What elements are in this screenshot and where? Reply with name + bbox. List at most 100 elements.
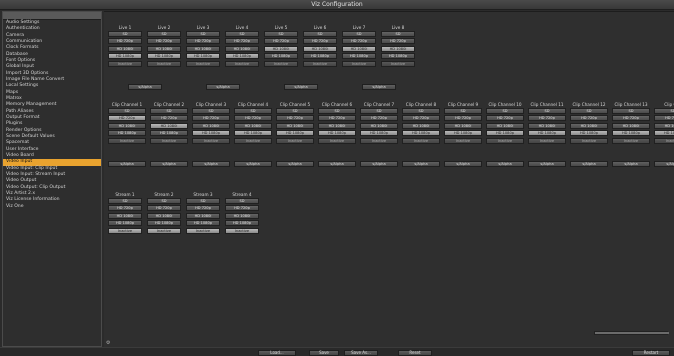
clip-mode-button-inactive[interactable]: Inactive — [528, 137, 566, 144]
clip-mode-button-hd-1080i[interactable]: HD 1080i — [318, 122, 356, 129]
live-mode-button-hd-1080i[interactable]: HD 1080i — [264, 45, 298, 52]
scrollbar-thumb[interactable] — [595, 332, 669, 334]
live-mode-button-sd[interactable]: SD — [108, 31, 142, 37]
clip-mode-button-hd-1080i[interactable]: HD 1080i — [402, 122, 440, 129]
clip-mode-button-hd-1080i[interactable]: HD 1080i — [612, 122, 650, 129]
stream-mode-button-inactive[interactable]: Inactive — [108, 227, 142, 234]
live-mode-button-hd-1080p[interactable]: HD 1080p — [186, 53, 220, 60]
stream-mode-button-hd-1080p[interactable]: HD 1080p — [147, 220, 181, 227]
save-button[interactable]: Save — [309, 349, 339, 356]
live-alpha-button[interactable]: s/Alpha — [362, 84, 396, 90]
stream-mode-button-inactive[interactable]: Inactive — [147, 227, 181, 234]
clip-mode-button-hd-720p[interactable]: HD 720p — [234, 115, 272, 122]
clip-mode-button-hd-720p[interactable]: HD 720p — [444, 115, 482, 122]
clip-mode-button-sd[interactable]: SD — [654, 108, 674, 114]
live-mode-button-hd-1080i[interactable]: HD 1080i — [147, 45, 181, 52]
clip-alpha-button[interactable]: s/Alpha — [234, 161, 272, 167]
live-mode-button-hd-1080p[interactable]: HD 1080p — [303, 53, 337, 60]
clip-mode-button-hd-720p[interactable]: HD 720p — [360, 115, 398, 122]
live-mode-button-sd[interactable]: SD — [303, 31, 337, 37]
stream-mode-button-hd-720p[interactable]: HD 720p — [108, 205, 142, 212]
clip-mode-button-hd-720p[interactable]: HD 720p — [318, 115, 356, 122]
sidebar-item-viz-one[interactable]: Viz One — [3, 204, 101, 210]
clip-mode-button-inactive[interactable]: Inactive — [402, 137, 440, 144]
stream-mode-button-hd-1080p[interactable]: HD 1080p — [186, 220, 220, 227]
live-mode-button-sd[interactable]: SD — [264, 31, 298, 37]
clip-mode-button-hd-1080p[interactable]: HD 1080p — [528, 130, 566, 137]
clip-mode-button-hd-720p[interactable]: HD 720p — [192, 115, 230, 122]
clip-mode-button-sd[interactable]: SD — [108, 108, 146, 114]
clip-mode-button-sd[interactable]: SD — [234, 108, 272, 114]
restart-button[interactable]: Restart — [632, 349, 670, 356]
live-mode-button-inactive[interactable]: Inactive — [381, 60, 415, 67]
stream-mode-button-sd[interactable]: SD — [225, 198, 259, 204]
clip-mode-button-inactive[interactable]: Inactive — [234, 137, 272, 144]
stream-mode-button-hd-1080i[interactable]: HD 1080i — [147, 212, 181, 219]
clip-alpha-button[interactable]: s/Alpha — [444, 161, 482, 167]
live-mode-button-inactive[interactable]: Inactive — [303, 60, 337, 67]
clip-mode-button-sd[interactable]: SD — [486, 108, 524, 114]
settings-icon[interactable]: ⚙ — [106, 340, 111, 346]
clip-alpha-button[interactable]: s/Alpha — [402, 161, 440, 167]
load-button[interactable]: Load... — [258, 349, 296, 356]
clip-alpha-button[interactable]: s/Alpha — [612, 161, 650, 167]
live-mode-button-hd-1080i[interactable]: HD 1080i — [381, 45, 415, 52]
clip-mode-button-inactive[interactable]: Inactive — [486, 137, 524, 144]
clip-mode-button-inactive[interactable]: Inactive — [654, 137, 674, 144]
live-mode-button-inactive[interactable]: Inactive — [342, 60, 376, 67]
stream-mode-button-inactive[interactable]: Inactive — [186, 227, 220, 234]
clip-mode-button-sd[interactable]: SD — [318, 108, 356, 114]
live-mode-button-inactive[interactable]: Inactive — [147, 60, 181, 67]
live-mode-button-inactive[interactable]: Inactive — [186, 60, 220, 67]
clip-mode-button-sd[interactable]: SD — [528, 108, 566, 114]
clip-mode-button-inactive[interactable]: Inactive — [318, 137, 356, 144]
clip-mode-button-hd-720p[interactable]: HD 720p — [276, 115, 314, 122]
clip-mode-button-hd-720p[interactable]: HD 720p — [612, 115, 650, 122]
live-mode-button-hd-1080i[interactable]: HD 1080i — [186, 45, 220, 52]
clip-mode-button-sd[interactable]: SD — [360, 108, 398, 114]
clip-mode-button-inactive[interactable]: Inactive — [612, 137, 650, 144]
clip-alpha-button[interactable]: s/Alpha — [150, 161, 188, 167]
stream-mode-button-hd-1080p[interactable]: HD 1080p — [225, 220, 259, 227]
clip-mode-button-sd[interactable]: SD — [444, 108, 482, 114]
stream-mode-button-hd-1080i[interactable]: HD 1080i — [108, 212, 142, 219]
clip-mode-button-hd-1080i[interactable]: HD 1080i — [108, 122, 146, 129]
live-mode-button-hd-720p[interactable]: HD 720p — [186, 38, 220, 45]
live-mode-button-sd[interactable]: SD — [381, 31, 415, 37]
live-mode-button-hd-1080p[interactable]: HD 1080p — [225, 53, 259, 60]
clip-mode-button-hd-1080p[interactable]: HD 1080p — [192, 130, 230, 137]
clip-mode-button-inactive[interactable]: Inactive — [360, 137, 398, 144]
clip-mode-button-inactive[interactable]: Inactive — [276, 137, 314, 144]
clip-mode-button-sd[interactable]: SD — [570, 108, 608, 114]
horizontal-scrollbar[interactable] — [594, 331, 669, 335]
live-alpha-button[interactable]: s/Alpha — [128, 84, 162, 90]
clip-mode-button-inactive[interactable]: Inactive — [192, 137, 230, 144]
stream-mode-button-hd-720p[interactable]: HD 720p — [186, 205, 220, 212]
clip-alpha-button[interactable]: s/Alpha — [654, 161, 674, 167]
live-mode-button-inactive[interactable]: Inactive — [108, 60, 142, 67]
clip-alpha-button[interactable]: s/Alpha — [318, 161, 356, 167]
clip-mode-button-hd-1080p[interactable]: HD 1080p — [108, 130, 146, 137]
clip-mode-button-sd[interactable]: SD — [276, 108, 314, 114]
clip-mode-button-hd-1080p[interactable]: HD 1080p — [570, 130, 608, 137]
stream-mode-button-sd[interactable]: SD — [108, 198, 142, 204]
live-mode-button-hd-1080i[interactable]: HD 1080i — [342, 45, 376, 52]
clip-mode-button-hd-1080p[interactable]: HD 1080p — [276, 130, 314, 137]
live-mode-button-inactive[interactable]: Inactive — [264, 60, 298, 67]
clip-mode-button-hd-720p[interactable]: HD 720p — [528, 115, 566, 122]
live-mode-button-hd-1080p[interactable]: HD 1080p — [381, 53, 415, 60]
clip-mode-button-hd-1080p[interactable]: HD 1080p — [150, 130, 188, 137]
clip-mode-button-hd-720p[interactable]: HD 720p — [402, 115, 440, 122]
stream-mode-button-sd[interactable]: SD — [147, 198, 181, 204]
clip-mode-button-hd-1080p[interactable]: HD 1080p — [360, 130, 398, 137]
clip-mode-button-hd-1080i[interactable]: HD 1080i — [276, 122, 314, 129]
live-mode-button-hd-1080p[interactable]: HD 1080p — [264, 53, 298, 60]
clip-mode-button-sd[interactable]: SD — [150, 108, 188, 114]
stream-mode-button-inactive[interactable]: Inactive — [225, 227, 259, 234]
clip-mode-button-hd-1080p[interactable]: HD 1080p — [486, 130, 524, 137]
clip-mode-button-sd[interactable]: SD — [402, 108, 440, 114]
live-mode-button-hd-1080i[interactable]: HD 1080i — [225, 45, 259, 52]
clip-mode-button-hd-1080p[interactable]: HD 1080p — [234, 130, 272, 137]
clip-mode-button-hd-1080p[interactable]: HD 1080p — [654, 130, 674, 137]
clip-mode-button-sd[interactable]: SD — [192, 108, 230, 114]
